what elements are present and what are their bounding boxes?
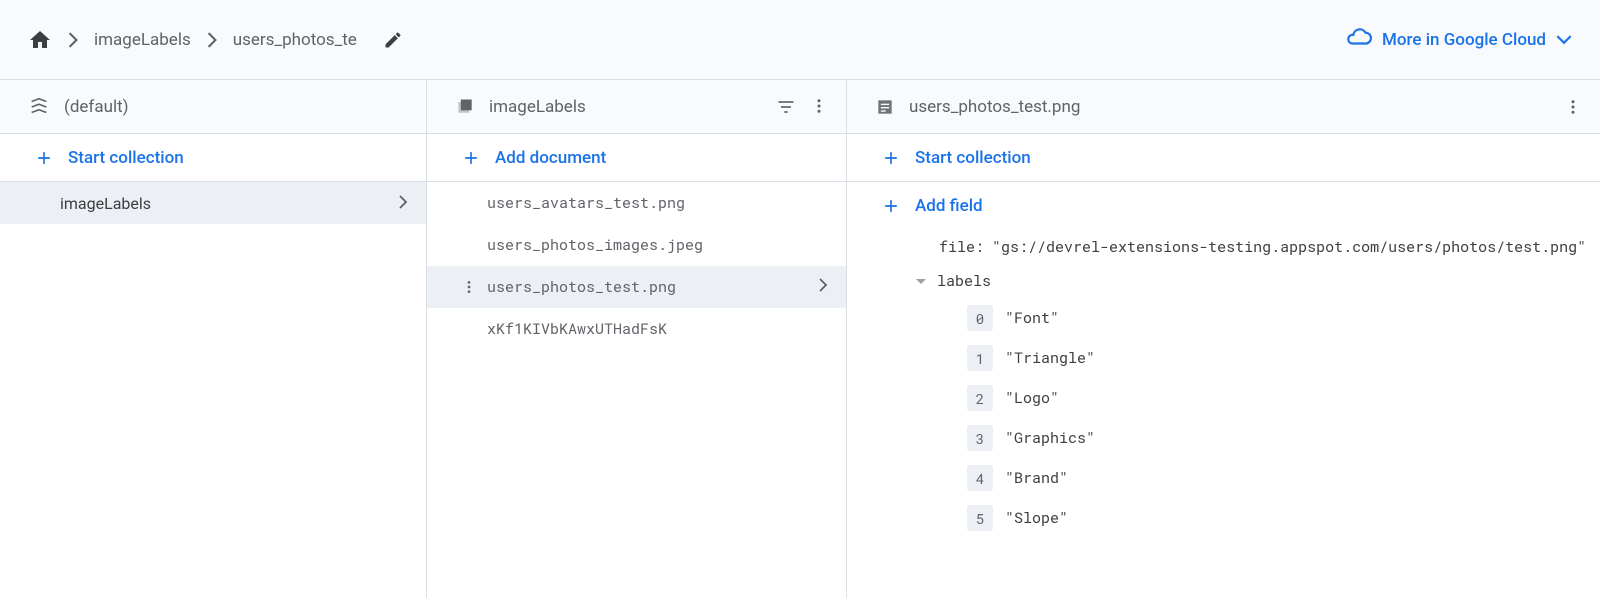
array-value: "Triangle" <box>1005 348 1095 368</box>
document-item[interactable]: users_avatars_test.png <box>427 182 846 224</box>
array-index-badge: 0 <box>967 305 993 331</box>
document-item[interactable]: users_photos_images.jpeg <box>427 224 846 266</box>
array-value: "Logo" <box>1005 388 1059 408</box>
chevron-right-icon <box>207 32 217 48</box>
label-array-item[interactable]: 0 "Font" <box>847 298 1600 338</box>
document-item-label: users_photos_images.jpeg <box>487 235 828 255</box>
add-document-label: Add document <box>495 148 606 168</box>
labels-key: labels <box>937 271 991 291</box>
array-index-badge: 5 <box>967 505 993 531</box>
chevron-down-icon <box>1556 30 1572 50</box>
field-file-value: "gs://devrel-extensions-testing.appspot.… <box>992 237 1586 257</box>
add-document-button[interactable]: Add document <box>427 134 846 182</box>
panel-collection-header: imageLabels <box>427 80 846 134</box>
breadcrumb-left: imageLabels users_photos_te <box>28 28 403 52</box>
breadcrumb: imageLabels users_photos_te More in Goog… <box>0 0 1600 80</box>
collection-item[interactable]: imageLabels <box>0 182 426 224</box>
collection-item-label: imageLabels <box>60 194 398 213</box>
start-collection-button[interactable]: Start collection <box>0 134 426 182</box>
panels: (default) Start collection imageLabels i… <box>0 80 1600 598</box>
database-icon <box>28 96 50 118</box>
panel-root: (default) Start collection imageLabels <box>0 80 427 598</box>
panel-document-title: users_photos_test.png <box>909 97 1550 117</box>
array-index-badge: 2 <box>967 385 993 411</box>
field-labels[interactable]: labels <box>847 264 1600 298</box>
array-value: "Font" <box>1005 308 1059 328</box>
label-array-item[interactable]: 4 "Brand" <box>847 458 1600 498</box>
chevron-right-icon <box>398 194 408 213</box>
row-more-vert-icon[interactable] <box>461 279 479 295</box>
start-subcollection-label: Start collection <box>915 148 1031 168</box>
collection-icon <box>455 97 475 117</box>
chevron-right-icon <box>818 277 828 297</box>
document-item[interactable]: xKf1KIVbKAwxUTHadFsK <box>427 308 846 350</box>
add-field-label: Add field <box>915 196 983 216</box>
document-item[interactable]: users_photos_test.png <box>427 266 846 308</box>
document-item-label: xKf1KIVbKAwxUTHadFsK <box>487 319 828 339</box>
panel-root-header: (default) <box>0 80 426 134</box>
array-index-badge: 3 <box>967 425 993 451</box>
panel-root-title: (default) <box>64 97 408 117</box>
document-icon <box>875 97 895 117</box>
label-array-item[interactable]: 5 "Slope" <box>847 498 1600 538</box>
panel-collection-title: imageLabels <box>489 97 762 117</box>
label-array-item[interactable]: 2 "Logo" <box>847 378 1600 418</box>
array-value: "Slope" <box>1005 508 1068 528</box>
array-value: "Brand" <box>1005 468 1068 488</box>
more-in-cloud-link[interactable]: More in Google Cloud <box>1346 24 1572 55</box>
document-item-label: users_photos_test.png <box>487 277 818 297</box>
panel-document: users_photos_test.png Start collection A… <box>847 80 1600 598</box>
panel-document-header: users_photos_test.png <box>847 80 1600 134</box>
more-in-cloud-label: More in Google Cloud <box>1382 30 1546 50</box>
start-subcollection-button[interactable]: Start collection <box>847 134 1600 182</box>
label-array-item[interactable]: 1 "Triangle" <box>847 338 1600 378</box>
more-vert-icon[interactable] <box>1564 98 1582 116</box>
document-item-label: users_avatars_test.png <box>487 193 828 213</box>
field-file[interactable]: file: "gs://devrel-extensions-testing.ap… <box>847 230 1600 264</box>
breadcrumb-item-0[interactable]: imageLabels <box>94 30 191 50</box>
cloud-icon <box>1346 24 1372 55</box>
label-array-item[interactable]: 3 "Graphics" <box>847 418 1600 458</box>
breadcrumb-item-1[interactable]: users_photos_te <box>233 30 357 50</box>
array-index-badge: 1 <box>967 345 993 371</box>
panel-collection: imageLabels Add document user <box>427 80 847 598</box>
home-icon[interactable] <box>28 28 52 52</box>
array-value: "Graphics" <box>1005 428 1095 448</box>
filter-icon[interactable] <box>776 97 796 117</box>
more-vert-icon[interactable] <box>810 97 828 117</box>
array-index-badge: 4 <box>967 465 993 491</box>
start-collection-label: Start collection <box>68 148 184 168</box>
chevron-right-icon <box>68 32 78 48</box>
add-field-button[interactable]: Add field <box>847 182 1600 230</box>
caret-down-icon[interactable] <box>915 271 927 291</box>
edit-icon[interactable] <box>383 30 403 50</box>
